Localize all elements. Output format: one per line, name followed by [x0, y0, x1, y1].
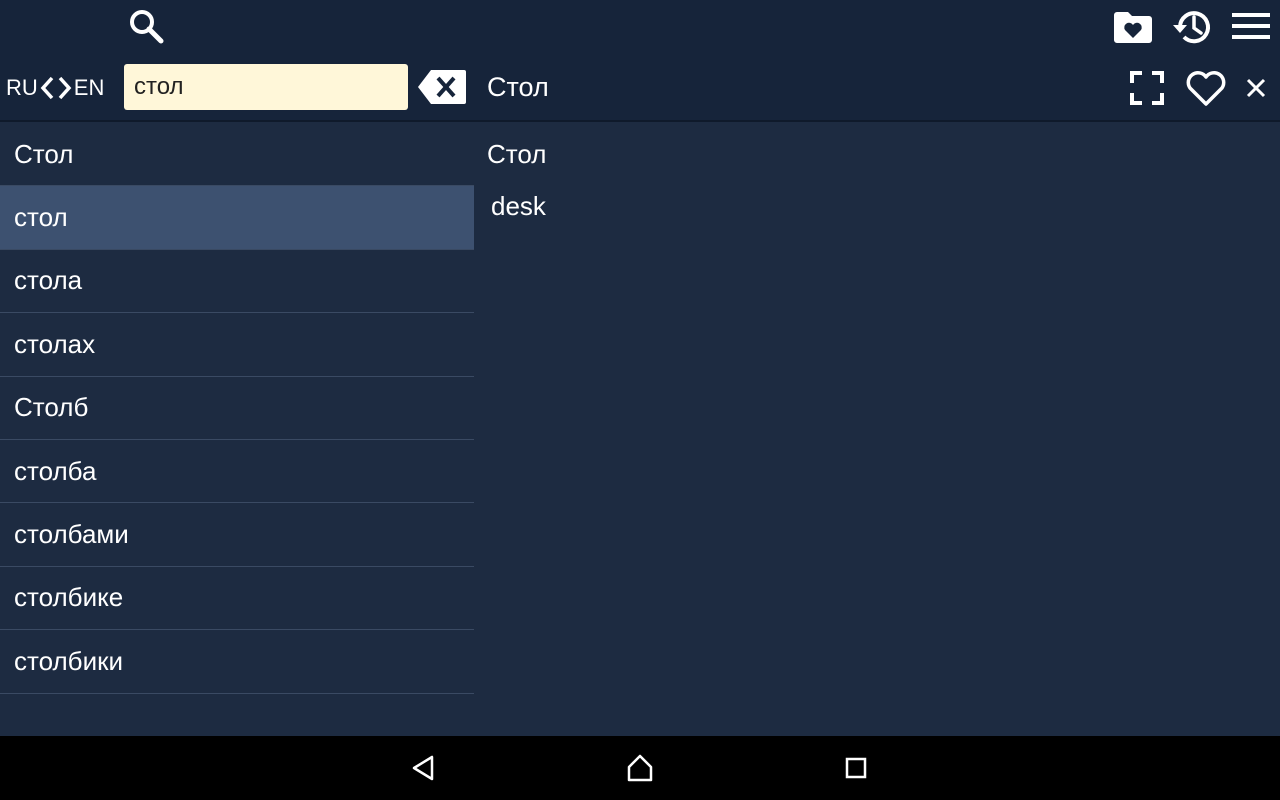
- heart-outline-icon[interactable]: [1182, 64, 1230, 112]
- target-language: EN: [73, 75, 105, 100]
- chevron-left-icon: [39, 75, 55, 101]
- heart-folder-icon[interactable]: [1110, 5, 1156, 49]
- search-icon[interactable]: [124, 4, 168, 48]
- hamburger-menu-icon[interactable]: [1228, 6, 1274, 46]
- recent-apps-icon[interactable]: [836, 750, 876, 786]
- translation-panel: Стол desk: [474, 123, 1280, 736]
- list-item[interactable]: столбике: [0, 567, 474, 631]
- list-item[interactable]: столах: [0, 313, 474, 377]
- language-switch[interactable]: RU EN: [6, 70, 104, 106]
- list-item[interactable]: Столб: [0, 377, 474, 440]
- list-item[interactable]: столбики: [0, 630, 474, 694]
- history-icon[interactable]: [1168, 3, 1216, 51]
- back-icon[interactable]: [404, 750, 444, 786]
- chevron-right-icon: [57, 75, 73, 101]
- home-icon[interactable]: [620, 750, 660, 786]
- fullscreen-icon[interactable]: [1124, 66, 1170, 110]
- system-nav-bar: [0, 736, 1280, 800]
- backspace-clear-icon[interactable]: [416, 68, 468, 106]
- list-item[interactable]: столба: [0, 440, 474, 504]
- word-list: Стол стол стола столах Столб столба стол…: [0, 123, 474, 694]
- list-item-selected[interactable]: стол: [0, 186, 474, 250]
- close-icon[interactable]: [1240, 68, 1272, 108]
- list-item[interactable]: столбами: [0, 503, 474, 567]
- list-item[interactable]: Стол: [0, 123, 474, 187]
- entry-heading: Стол: [487, 139, 547, 169]
- source-language: RU: [6, 75, 38, 100]
- list-item[interactable]: стола: [0, 250, 474, 314]
- search-input[interactable]: [124, 64, 408, 110]
- entry-title: Стол: [487, 72, 549, 102]
- top-toolbar: RU EN Стол: [0, 0, 1280, 122]
- entry-translation: desk: [491, 191, 546, 221]
